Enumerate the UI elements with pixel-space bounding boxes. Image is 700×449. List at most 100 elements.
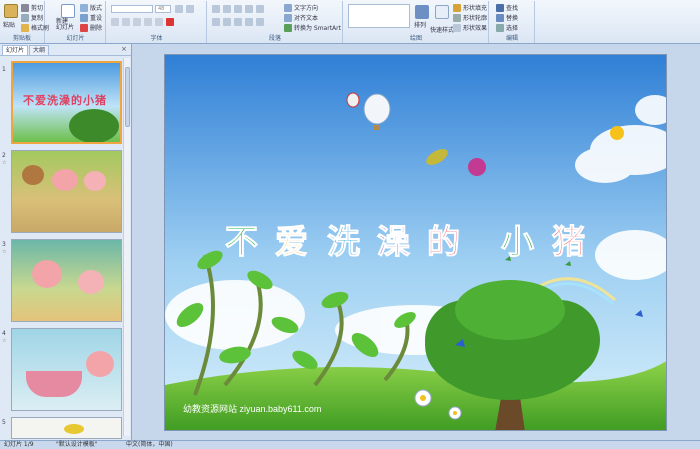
theme-name: "默认设计模板" bbox=[56, 441, 98, 448]
underline-icon[interactable] bbox=[133, 18, 141, 26]
strikethrough-icon[interactable] bbox=[144, 18, 152, 26]
bold-icon[interactable] bbox=[111, 18, 119, 26]
font-grow-button[interactable] bbox=[175, 5, 183, 13]
panel-scrollbar[interactable] bbox=[123, 58, 130, 436]
justify-icon[interactable] bbox=[245, 18, 253, 26]
slides-group: 新建 幻灯片 版式 重设 删除 幻灯片 bbox=[46, 1, 106, 43]
smartart-label: 转换为 SmartArt bbox=[294, 25, 341, 32]
title-char: 猪 bbox=[552, 222, 586, 262]
title-char: 洗 bbox=[327, 222, 361, 262]
binoculars-icon bbox=[496, 3, 504, 12]
thumb1-title: 不爱洗澡的小猪 bbox=[23, 94, 107, 107]
pig-image bbox=[78, 270, 104, 294]
delete-icon bbox=[80, 23, 88, 32]
paste-button[interactable]: 粘贴 bbox=[3, 20, 15, 29]
increase-indent-icon[interactable] bbox=[245, 5, 253, 13]
columns-icon[interactable] bbox=[256, 18, 264, 26]
slide-number: 1 bbox=[2, 66, 6, 73]
paragraph-group: 文字方向 对齐文本 转换为 SmartArt 段落 bbox=[208, 1, 343, 43]
pig-image bbox=[32, 260, 62, 288]
find-button[interactable]: 查找 bbox=[496, 3, 518, 12]
font-group: 48 字体 bbox=[107, 1, 207, 43]
format-painter-button[interactable]: 格式刷 bbox=[21, 23, 49, 32]
title-char: 不 bbox=[225, 222, 259, 262]
delete-button[interactable]: 删除 bbox=[80, 23, 102, 32]
align-text-button[interactable]: 对齐文本 bbox=[284, 13, 318, 22]
find-label: 查找 bbox=[506, 5, 519, 12]
slide-thumbnail-5[interactable] bbox=[11, 417, 122, 439]
replace-label: 替换 bbox=[506, 15, 519, 22]
smartart-icon bbox=[284, 23, 292, 32]
delete-label: 删除 bbox=[90, 25, 103, 32]
clipboard-group: 粘贴 剪切 复制 格式刷 剪贴板 bbox=[0, 1, 49, 43]
text-direction-icon bbox=[284, 3, 292, 12]
shape-outline-button[interactable]: 形状轮廓 bbox=[453, 13, 487, 22]
shadow-icon[interactable] bbox=[155, 18, 163, 26]
copy-icon bbox=[21, 13, 29, 22]
cut-button[interactable]: 剪切 bbox=[21, 3, 43, 12]
slide-number: 5 bbox=[2, 419, 6, 426]
font-name-combo[interactable] bbox=[111, 5, 153, 13]
effects-icon bbox=[453, 23, 461, 32]
align-text-label: 对齐文本 bbox=[294, 15, 319, 22]
copy-button[interactable]: 复制 bbox=[21, 13, 43, 22]
tab-outline[interactable]: 大纲 bbox=[29, 45, 50, 55]
font-shrink-button[interactable] bbox=[186, 5, 194, 13]
slide-editor: 不 爱 洗 澡 的 小 猪 幼教资源网站 ziyuan.baby611.com bbox=[133, 44, 700, 440]
slide-number: 3 bbox=[2, 241, 6, 248]
paste-icon[interactable] bbox=[4, 4, 18, 18]
outline-pen-icon bbox=[453, 13, 461, 22]
slide-thumbnail-1[interactable]: 不爱洗澡的小猪 bbox=[11, 61, 122, 144]
arrange-button[interactable]: 排列 bbox=[414, 20, 426, 29]
cat-image bbox=[22, 165, 44, 185]
line-spacing-icon[interactable] bbox=[256, 5, 264, 13]
quick-styles-icon[interactable] bbox=[435, 5, 449, 19]
align-left-icon[interactable] bbox=[212, 18, 220, 26]
align-right-icon[interactable] bbox=[234, 18, 242, 26]
shape-fill-button[interactable]: 形状填充 bbox=[453, 3, 487, 12]
scrollbar-thumb[interactable] bbox=[125, 67, 130, 127]
arrange-icon[interactable] bbox=[415, 5, 429, 19]
flower-image bbox=[468, 158, 486, 176]
slide-thumbnail-2[interactable] bbox=[11, 150, 122, 233]
italic-icon[interactable] bbox=[122, 18, 130, 26]
animation-star-icon: ☆ bbox=[2, 338, 7, 344]
numbering-icon[interactable] bbox=[223, 5, 231, 13]
font-format-row bbox=[111, 18, 174, 26]
select-button[interactable]: 选择 bbox=[496, 23, 518, 32]
shape-effects-button[interactable]: 形状效果 bbox=[453, 23, 487, 32]
title-char: 澡 bbox=[377, 222, 411, 262]
text-direction-button[interactable]: 文字方向 bbox=[284, 3, 318, 12]
reset-icon bbox=[80, 13, 88, 22]
font-color-icon[interactable] bbox=[166, 18, 174, 26]
smartart-button[interactable]: 转换为 SmartArt bbox=[284, 23, 341, 32]
align-center-icon[interactable] bbox=[223, 18, 231, 26]
reset-button[interactable]: 重设 bbox=[80, 13, 102, 22]
replace-icon bbox=[496, 13, 504, 22]
select-label: 选择 bbox=[506, 25, 519, 32]
close-panel-icon[interactable]: × bbox=[121, 45, 127, 53]
layout-button[interactable]: 版式 bbox=[80, 3, 102, 12]
pig-image bbox=[86, 351, 114, 377]
tab-slides[interactable]: 幻灯片 bbox=[2, 45, 29, 55]
new-slide-button[interactable]: 新建 幻灯片 bbox=[56, 19, 74, 31]
thumb1-tree bbox=[69, 109, 119, 142]
shapes-gallery[interactable] bbox=[348, 4, 410, 28]
paragraph-label: 段落 bbox=[268, 35, 281, 42]
decrease-indent-icon[interactable] bbox=[234, 5, 242, 13]
copy-label: 复制 bbox=[31, 15, 44, 22]
new-slide-icon[interactable] bbox=[61, 4, 75, 18]
bathtub-image bbox=[26, 371, 82, 397]
current-slide[interactable]: 不 爱 洗 澡 的 小 猪 幼教资源网站 ziyuan.baby611.com bbox=[164, 54, 667, 431]
bird-image bbox=[64, 424, 84, 434]
layout-label: 版式 bbox=[90, 5, 103, 12]
font-size-combo[interactable]: 48 bbox=[155, 5, 171, 13]
new-slide-label: 新建 幻灯片 bbox=[56, 18, 75, 31]
replace-button[interactable]: 替换 bbox=[496, 13, 518, 22]
editing-label: 编辑 bbox=[505, 35, 518, 42]
slide-thumbnail-4[interactable] bbox=[11, 328, 122, 411]
slide-count: 幻灯片 1/9 bbox=[4, 441, 34, 448]
slide-thumbnail-3[interactable] bbox=[11, 239, 122, 322]
bullets-icon[interactable] bbox=[212, 5, 220, 13]
font-shrink-icon bbox=[186, 5, 194, 13]
